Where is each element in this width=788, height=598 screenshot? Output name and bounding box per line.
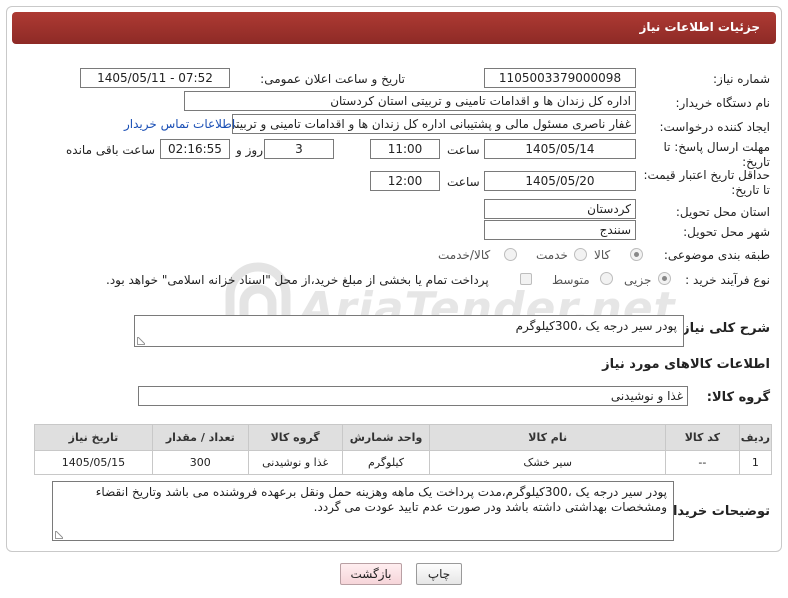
category-option-goods-service: کالا/خدمت [438, 248, 491, 262]
process-label: نوع فرآیند خرید : [685, 273, 770, 287]
category-radio-goods-service[interactable] [504, 248, 517, 261]
category-label: طبقه بندی موضوعی: [663, 248, 770, 262]
deadline-time-field: 11:00 [370, 139, 440, 159]
buyer-org-label: نام دستگاه خریدار: [675, 96, 771, 110]
deadline-label-line2: تاریخ: [742, 155, 770, 169]
col-quantity: تعداد / مقدار [151, 424, 249, 451]
goods-group-label: گروه کالا: [706, 390, 770, 405]
validity-label-line1: حداقل تاریخ اعتبار قیمت: [643, 168, 770, 182]
validity-label-line2: تا تاریخ: [731, 183, 770, 197]
process-option-medium: متوسط [552, 273, 590, 287]
resize-handle-icon[interactable] [137, 337, 145, 345]
creator-label: ایجاد کننده درخواست: [659, 120, 770, 134]
print-button[interactable]: چاپ [416, 563, 462, 585]
validity-time-field: 12:00 [370, 171, 440, 191]
buyer-contact-link[interactable]: اطلاعات تماس خریدار [124, 117, 235, 131]
deadline-date-field: 1405/05/14 [484, 139, 636, 159]
description-label: شرح کلی نیاز: [676, 321, 770, 336]
buyer-org-field: اداره کل زندان ها و اقدامات تامینی و ترب… [184, 91, 636, 111]
days-field: 3 [264, 139, 334, 159]
goods-table: ردیف کد کالا نام کالا واحد شمارش گروه کا… [34, 424, 773, 475]
col-row: ردیف [738, 424, 773, 451]
buyer-notes-text: پودر سیر درجه یک ،300کیلوگرم،مدت پرداخت … [95, 485, 667, 514]
deadline-label-line1: مهلت ارسال پاسخ: تا [663, 140, 770, 154]
buyer-notes-label: توضیحات خریدار: [660, 504, 770, 519]
remaining-time-field: 02:16:55 [160, 139, 230, 159]
cell-code: -- [664, 450, 740, 475]
col-group: گروه کالا [247, 424, 343, 451]
treasury-payment-checkbox[interactable] [520, 273, 532, 285]
process-option-minor: جزیی [624, 273, 652, 287]
buyer-notes-field: پودر سیر درجه یک ،300کیلوگرم،مدت پرداخت … [52, 481, 674, 541]
category-option-service: خدمت [536, 248, 568, 262]
remaining-time-label: ساعت باقی مانده [66, 143, 156, 157]
panel-title: جزئیات اطلاعات نیاز [639, 20, 760, 34]
panel-header: جزئیات اطلاعات نیاز [12, 12, 776, 44]
cell-group: غذا و نوشیدنی [247, 450, 343, 475]
payment-note: پرداخت تمام یا بخشی از مبلغ خرید،از محل … [106, 273, 489, 287]
back-button[interactable]: بازگشت [340, 563, 402, 585]
deadline-time-label: ساعت [447, 143, 480, 157]
col-code: کد کالا [664, 424, 740, 451]
need-number-field: 1105003379000098 [484, 68, 636, 88]
province-label: استان محل تحویل: [675, 205, 770, 219]
cell-quantity: 300 [151, 450, 249, 475]
description-field: پودر سیر درجه یک ،300کیلوگرم [134, 315, 684, 347]
cell-row: 1 [738, 450, 773, 475]
col-need-date: تاریخ نیاز [34, 424, 153, 451]
goods-table-header: ردیف کد کالا نام کالا واحد شمارش گروه کا… [34, 424, 773, 451]
goods-section-title: اطلاعات کالاهای مورد نیاز [602, 357, 770, 372]
announce-field: 1405/05/11 - 07:52 [80, 68, 230, 88]
announce-label: تاریخ و ساعت اعلان عمومی: [260, 72, 405, 86]
description-text: پودر سیر درجه یک ،300کیلوگرم [515, 319, 677, 333]
category-radio-goods[interactable] [630, 248, 643, 261]
resize-handle-icon[interactable] [55, 531, 63, 539]
need-number-label: شماره نیاز: [713, 72, 770, 86]
city-field: سنندج [484, 220, 636, 240]
process-radio-medium[interactable] [600, 272, 613, 285]
cell-unit: کیلوگرم [341, 450, 431, 475]
cell-name: سیر خشک [429, 450, 666, 475]
category-option-goods: کالا [594, 248, 611, 262]
cell-need-date: 1405/05/15 [34, 450, 153, 475]
process-radio-minor[interactable] [658, 272, 671, 285]
province-field: کردستان [484, 199, 636, 219]
creator-field: غفار ناصری مسئول مالی و پشتیبانی اداره ک… [232, 114, 636, 134]
validity-time-label: ساعت [447, 175, 480, 189]
goods-group-field: غذا و نوشیدنی [138, 386, 688, 406]
validity-date-field: 1405/05/20 [484, 171, 636, 191]
col-unit: واحد شمارش [341, 424, 431, 451]
days-label: روز و [236, 143, 263, 157]
table-row: 1 -- سیر خشک کیلوگرم غذا و نوشیدنی 300 1… [34, 450, 773, 475]
city-label: شهر محل تحویل: [683, 225, 770, 239]
category-radio-service[interactable] [574, 248, 587, 261]
col-name: نام کالا [429, 424, 666, 451]
